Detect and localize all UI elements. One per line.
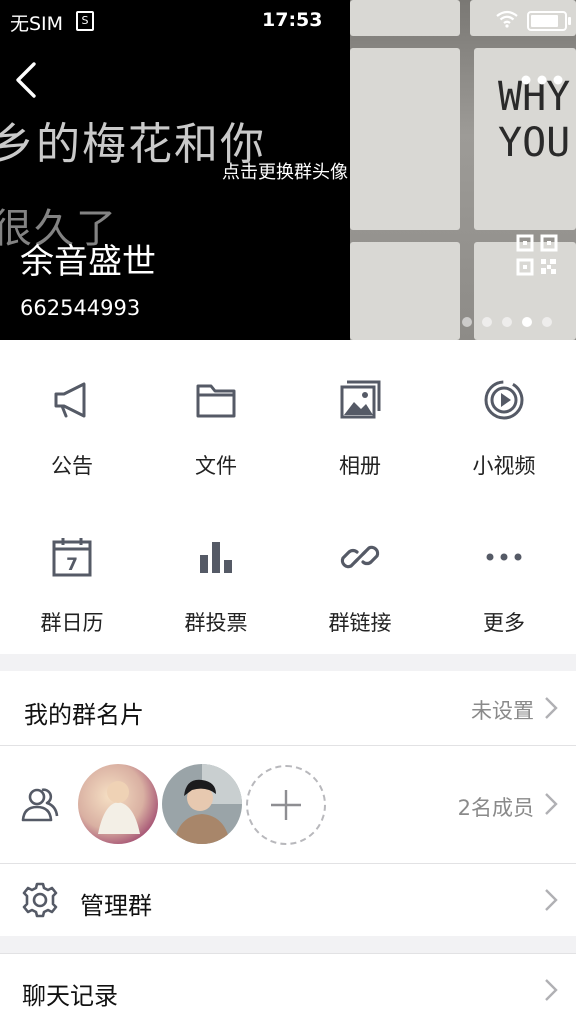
more-dots-icon [486,553,522,561]
member-count: 2名成员 [457,796,534,820]
wifi-icon [496,10,518,28]
status-bar: 无SIM S 17:53 [0,0,576,40]
megaphone-icon [54,382,86,418]
sim-icon: S [76,11,94,31]
feature-label: 相册 [339,454,381,478]
feature-label: 群日历 [40,611,104,635]
feature-label: 群投票 [184,611,248,635]
feature-album[interactable]: 相册 [288,340,432,497]
feature-label: 文件 [195,454,237,478]
chat-history-title: 聊天记录 [22,982,118,1010]
group-name: 余音盛世 [20,242,156,282]
feature-group-vote[interactable]: 群投票 [144,497,288,654]
carousel-dot [462,317,472,327]
feature-short-video[interactable]: 小视频 [432,340,576,497]
members-icon [21,788,59,822]
carrier-label: 无SIM [10,13,64,35]
feature-label: 群链接 [328,611,392,635]
carousel-dot [502,317,512,327]
group-header-banner[interactable]: 乡的梅花和你 很久了 WHY YOU 无SIM S 17:53 点击更换群头像 … [0,0,576,340]
chevron-right-icon [545,889,558,911]
calendar-icon: 7 [52,538,92,577]
carousel-indicator [462,312,562,327]
group-id: 662544993 [20,296,141,320]
photo-album-icon [340,380,381,419]
folder-icon [196,384,236,418]
carousel-dot [542,317,552,327]
feature-label: 更多 [483,611,525,635]
feature-grid: 公告 文件 相册 小视频 7 群日历 群投票 群链接 更多 [0,340,576,654]
carousel-dot [482,317,492,327]
qr-code-button[interactable] [516,234,558,276]
gear-icon [22,882,58,918]
feature-group-link[interactable]: 群链接 [288,497,432,654]
banner-right-artwork: WHY YOU [350,0,576,340]
member-avatar-2[interactable] [162,764,242,844]
feature-label: 公告 [51,454,93,478]
feature-files[interactable]: 文件 [144,340,288,497]
carousel-dot [522,317,532,327]
bar-chart-icon [200,542,232,573]
video-play-icon [484,380,524,420]
chat-history-row[interactable]: 聊天记录 [0,954,576,1024]
feature-group-calendar[interactable]: 7 群日历 [0,497,144,654]
feature-label: 小视频 [472,454,536,478]
feature-more[interactable]: 更多 [432,497,576,654]
link-icon [340,545,380,569]
chevron-right-icon [545,697,558,719]
my-group-card-row[interactable]: 我的群名片 未设置 [0,671,576,745]
my-group-card-title: 我的群名片 [24,701,144,729]
add-member-button[interactable] [246,765,326,845]
chevron-right-icon [545,979,558,1001]
clock: 17:53 [262,9,323,31]
plus-icon [271,790,301,820]
chevron-right-icon [545,793,558,815]
manage-group-row[interactable]: 管理群 [0,864,576,936]
more-options-button[interactable] [520,70,564,90]
back-button[interactable] [10,58,42,102]
battery-icon [527,11,571,31]
my-group-card-value: 未设置 [471,699,534,723]
group-members-row[interactable]: 2名成员 [0,746,576,863]
member-avatar-1[interactable] [78,764,158,844]
manage-group-title: 管理群 [80,892,152,920]
calendar-day-number: 7 [66,555,78,575]
change-avatar-hint[interactable]: 点击更换群头像 [222,158,348,184]
feature-announcement[interactable]: 公告 [0,340,144,497]
